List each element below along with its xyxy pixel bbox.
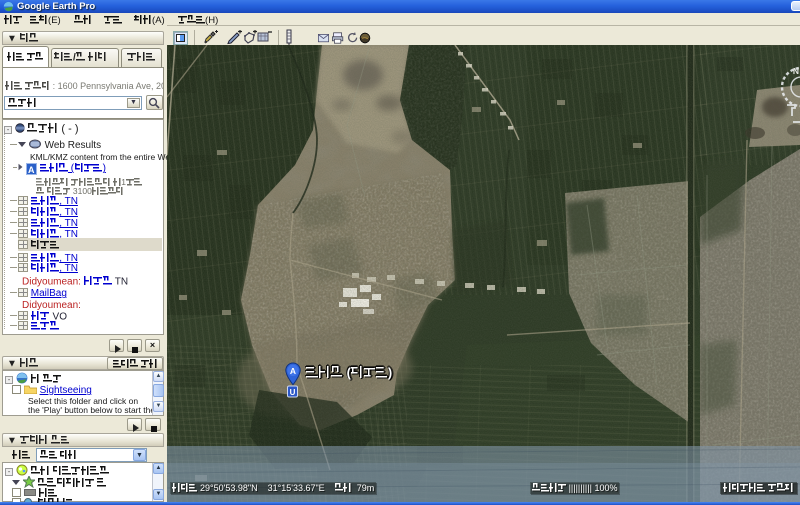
svg-text:U: U — [290, 388, 296, 397]
svg-text:N: N — [793, 66, 799, 76]
svg-text:A: A — [290, 366, 296, 376]
